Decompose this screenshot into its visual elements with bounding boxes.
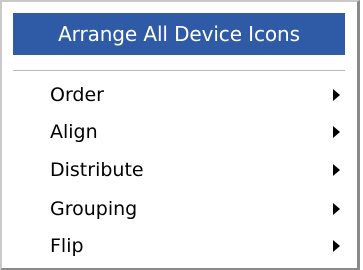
- menu-separator: [13, 70, 345, 71]
- chevron-right-icon: [333, 126, 340, 138]
- menu-item-label: Flip: [50, 235, 84, 257]
- menu-item-label: Arrange All Device Icons: [58, 22, 300, 46]
- chevron-right-icon: [333, 203, 340, 215]
- menu-item-label: Order: [50, 84, 104, 106]
- menu-item-align[interactable]: Align: [13, 117, 345, 147]
- menu-item-label: Align: [50, 121, 98, 143]
- chevron-right-icon: [333, 164, 340, 176]
- chevron-right-icon: [333, 240, 340, 252]
- menu-item-distribute[interactable]: Distribute: [13, 155, 345, 185]
- menu-item-order[interactable]: Order: [13, 80, 345, 110]
- menu-item-arrange-all-device-icons[interactable]: Arrange All Device Icons: [13, 13, 345, 55]
- chevron-right-icon: [333, 89, 340, 101]
- menu-item-label: Grouping: [50, 198, 138, 220]
- menu-item-label: Distribute: [50, 159, 144, 181]
- context-menu: Arrange All Device Icons Order Align Dis…: [0, 0, 360, 270]
- menu-item-grouping[interactable]: Grouping: [13, 194, 345, 224]
- menu-item-flip[interactable]: Flip: [13, 231, 345, 261]
